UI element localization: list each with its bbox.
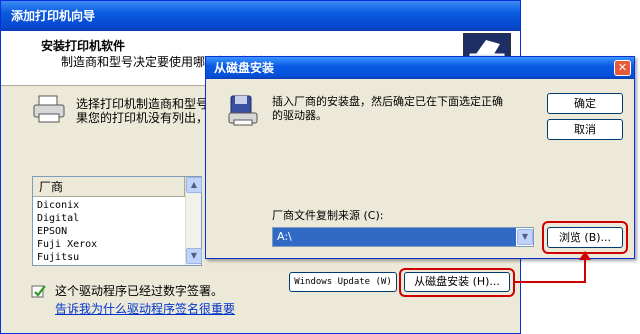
signature-status-text: 这个驱动程序已经过数字签署。: [55, 284, 224, 298]
manufacturer-list-header[interactable]: 厂商: [33, 177, 185, 197]
manufacturer-list-scrollbar[interactable]: ▲ ▼: [185, 177, 202, 265]
copy-source-value[interactable]: A:\: [273, 228, 516, 246]
cancel-button[interactable]: 取消: [547, 119, 623, 140]
signature-info-link[interactable]: 告诉我为什么驱动程序签名很重要: [55, 300, 235, 317]
have-disk-highlight-ring: [399, 268, 515, 297]
wizard-header-title: 安装打印机软件: [41, 39, 126, 53]
scroll-up-arrow-icon[interactable]: ▲: [186, 177, 202, 193]
wizard-description-line2: 果您的打印机没有列出，: [76, 111, 209, 125]
dialog-message-line2: 的驱动器。: [272, 109, 327, 122]
browse-highlight-ring: [542, 221, 628, 254]
list-item[interactable]: Fujitsu: [37, 251, 185, 264]
digital-signature-icon: [31, 283, 47, 299]
windows-update-button[interactable]: Windows Update (W): [289, 272, 397, 292]
scroll-down-arrow-icon[interactable]: ▼: [186, 248, 202, 264]
chevron-down-icon[interactable]: ▼: [517, 229, 533, 245]
list-item[interactable]: Diconix: [37, 199, 185, 212]
ok-button[interactable]: 确定: [547, 93, 623, 114]
list-item[interactable]: EPSON: [37, 225, 185, 238]
install-from-disk-dialog: 从磁盘安装 ✕ 插入厂商的安装盘，然后确定已在下面选定正确 的驱动器。 确定 取…: [205, 56, 635, 259]
copy-source-combobox[interactable]: A:\ ▼: [272, 227, 534, 247]
manufacturer-list[interactable]: 厂商 Diconix Digital EPSON Fuji Xerox Fuji…: [32, 176, 202, 266]
list-item[interactable]: Fuji Xerox: [37, 238, 185, 251]
wizard-title-bar: 添加打印机向导: [1, 1, 520, 31]
printer-icon: [31, 94, 69, 126]
close-icon[interactable]: ✕: [614, 60, 631, 76]
list-item[interactable]: Digital: [37, 212, 185, 225]
copy-source-label: 厂商文件复制来源 (C):: [272, 209, 384, 222]
dialog-title-bar: 从磁盘安装: [206, 57, 634, 79]
install-disk-icon: [226, 93, 262, 129]
